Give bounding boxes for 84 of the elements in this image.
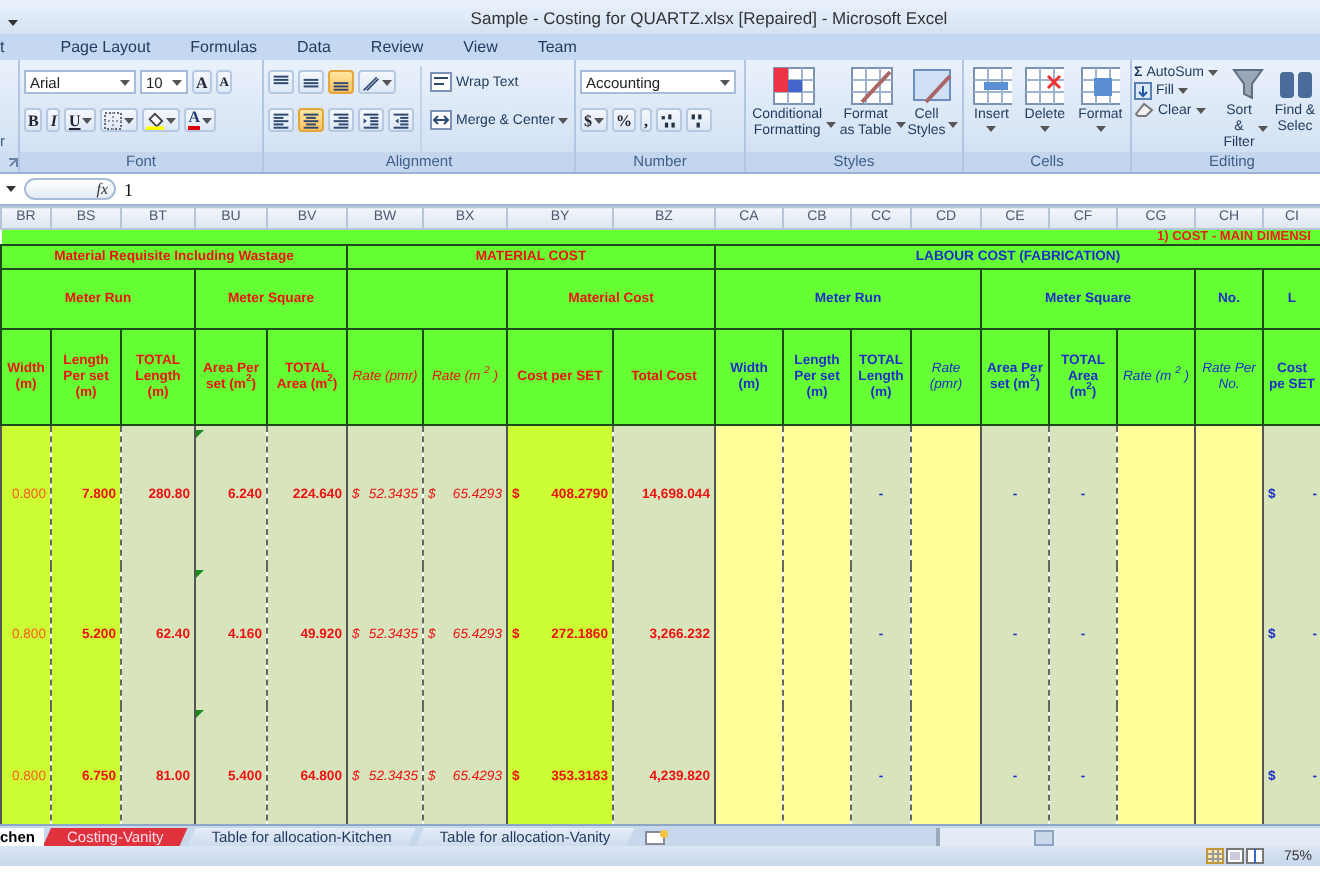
decrease-decimal-button[interactable] [686, 108, 712, 132]
caret-icon [895, 121, 905, 127]
horizontal-align-button[interactable] [328, 108, 354, 132]
orientation-button[interactable] [358, 70, 396, 94]
percent-button[interactable]: % [612, 108, 636, 132]
ribbon-tab[interactable]: t [0, 34, 25, 60]
table-cell [715, 706, 783, 824]
caret-icon [382, 79, 392, 85]
ribbon-tab[interactable]: View [443, 34, 518, 60]
merge-cells-icon [430, 110, 452, 130]
vertical-align-button[interactable] [328, 70, 354, 94]
increase-decimal-button[interactable] [656, 108, 682, 132]
insert-function-button[interactable]: fx [24, 178, 116, 200]
delete-cells-icon [1024, 66, 1065, 106]
comma-button[interactable]: , [640, 108, 652, 132]
dialog-launcher-icon[interactable] [8, 157, 18, 167]
window-title: Sample - Costing for QUARTZ.xlsx [Repaired] - Microsoft Excel [468, 7, 950, 27]
slanted-text-icon [362, 73, 380, 91]
format-cells-icon [1080, 66, 1121, 106]
vertical-align-button[interactable] [298, 70, 324, 94]
grow-font-button[interactable]: A [192, 70, 212, 94]
horizontal-scrollbar[interactable] [936, 828, 1320, 846]
paint-bucket-icon [146, 111, 165, 129]
horizontal-align-button[interactable] [298, 108, 324, 132]
borders-button[interactable] [100, 108, 139, 132]
caret-icon [986, 126, 997, 132]
decrease-indent-button[interactable] [358, 108, 384, 132]
table-cell [911, 706, 981, 824]
formula-input[interactable]: 1 [124, 179, 133, 199]
align-center-icon [302, 111, 320, 129]
ribbon-tab[interactable]: Team [517, 34, 597, 60]
ribbon-tab[interactable]: Data [277, 34, 351, 60]
insert-sheet-icon[interactable] [642, 829, 671, 845]
indent-icon [362, 111, 380, 129]
caret-icon [1095, 126, 1106, 132]
caret-icon [1039, 126, 1050, 132]
horizontal-align-button[interactable] [268, 108, 294, 132]
eraser-icon [1134, 102, 1154, 118]
align-left-icon [272, 111, 290, 129]
caret-icon [6, 186, 16, 192]
align-middle-icon [302, 73, 320, 91]
caret-icon [124, 117, 135, 123]
caret-icon [202, 117, 213, 123]
borders-icon [104, 111, 123, 129]
caret-icon [594, 117, 604, 123]
wrap-text-icon [430, 72, 452, 92]
caret-icon [948, 121, 958, 127]
down-arrow-icon [1134, 82, 1152, 100]
underline-button[interactable]: U [64, 108, 97, 132]
caret-icon [826, 121, 837, 127]
ribbon-tab[interactable]: Page Layout [40, 34, 171, 60]
table-cell [783, 706, 851, 824]
caret-icon [720, 79, 730, 85]
insert-cells-icon [971, 66, 1012, 106]
table-cell [715, 425, 783, 566]
font-color-button[interactable]: A [184, 108, 217, 132]
ribbon-tab[interactable]: Review [350, 34, 444, 60]
binoculars-icon [1275, 66, 1315, 102]
decimal-icon [660, 111, 678, 129]
caret-icon [166, 117, 177, 123]
indent-icon [392, 111, 410, 129]
page-layout-icon[interactable] [1225, 848, 1244, 864]
caret-icon [1258, 125, 1268, 131]
fill-color-button[interactable] [142, 108, 181, 132]
italic-button[interactable]: I [46, 108, 61, 132]
table-cell [911, 425, 981, 566]
caret-icon [1195, 107, 1206, 113]
currency-button[interactable]: $ [580, 108, 608, 132]
caret-icon [8, 19, 18, 25]
caret-icon [558, 117, 569, 123]
table-cell [1117, 425, 1195, 566]
page-break-icon[interactable] [1245, 848, 1264, 864]
caret-icon [172, 79, 182, 85]
table-cell [783, 425, 851, 566]
table-cell [1117, 706, 1195, 824]
increase-indent-button[interactable] [388, 108, 414, 132]
caret-icon [82, 117, 93, 123]
caret-icon [1208, 70, 1218, 76]
vertical-align-button[interactable] [268, 70, 294, 94]
ribbon-tab[interactable]: Formulas [170, 34, 278, 60]
align-right-icon [332, 111, 350, 129]
caret-icon [120, 79, 130, 85]
caret-icon [1177, 88, 1188, 94]
bold-button[interactable]: B [24, 108, 43, 132]
